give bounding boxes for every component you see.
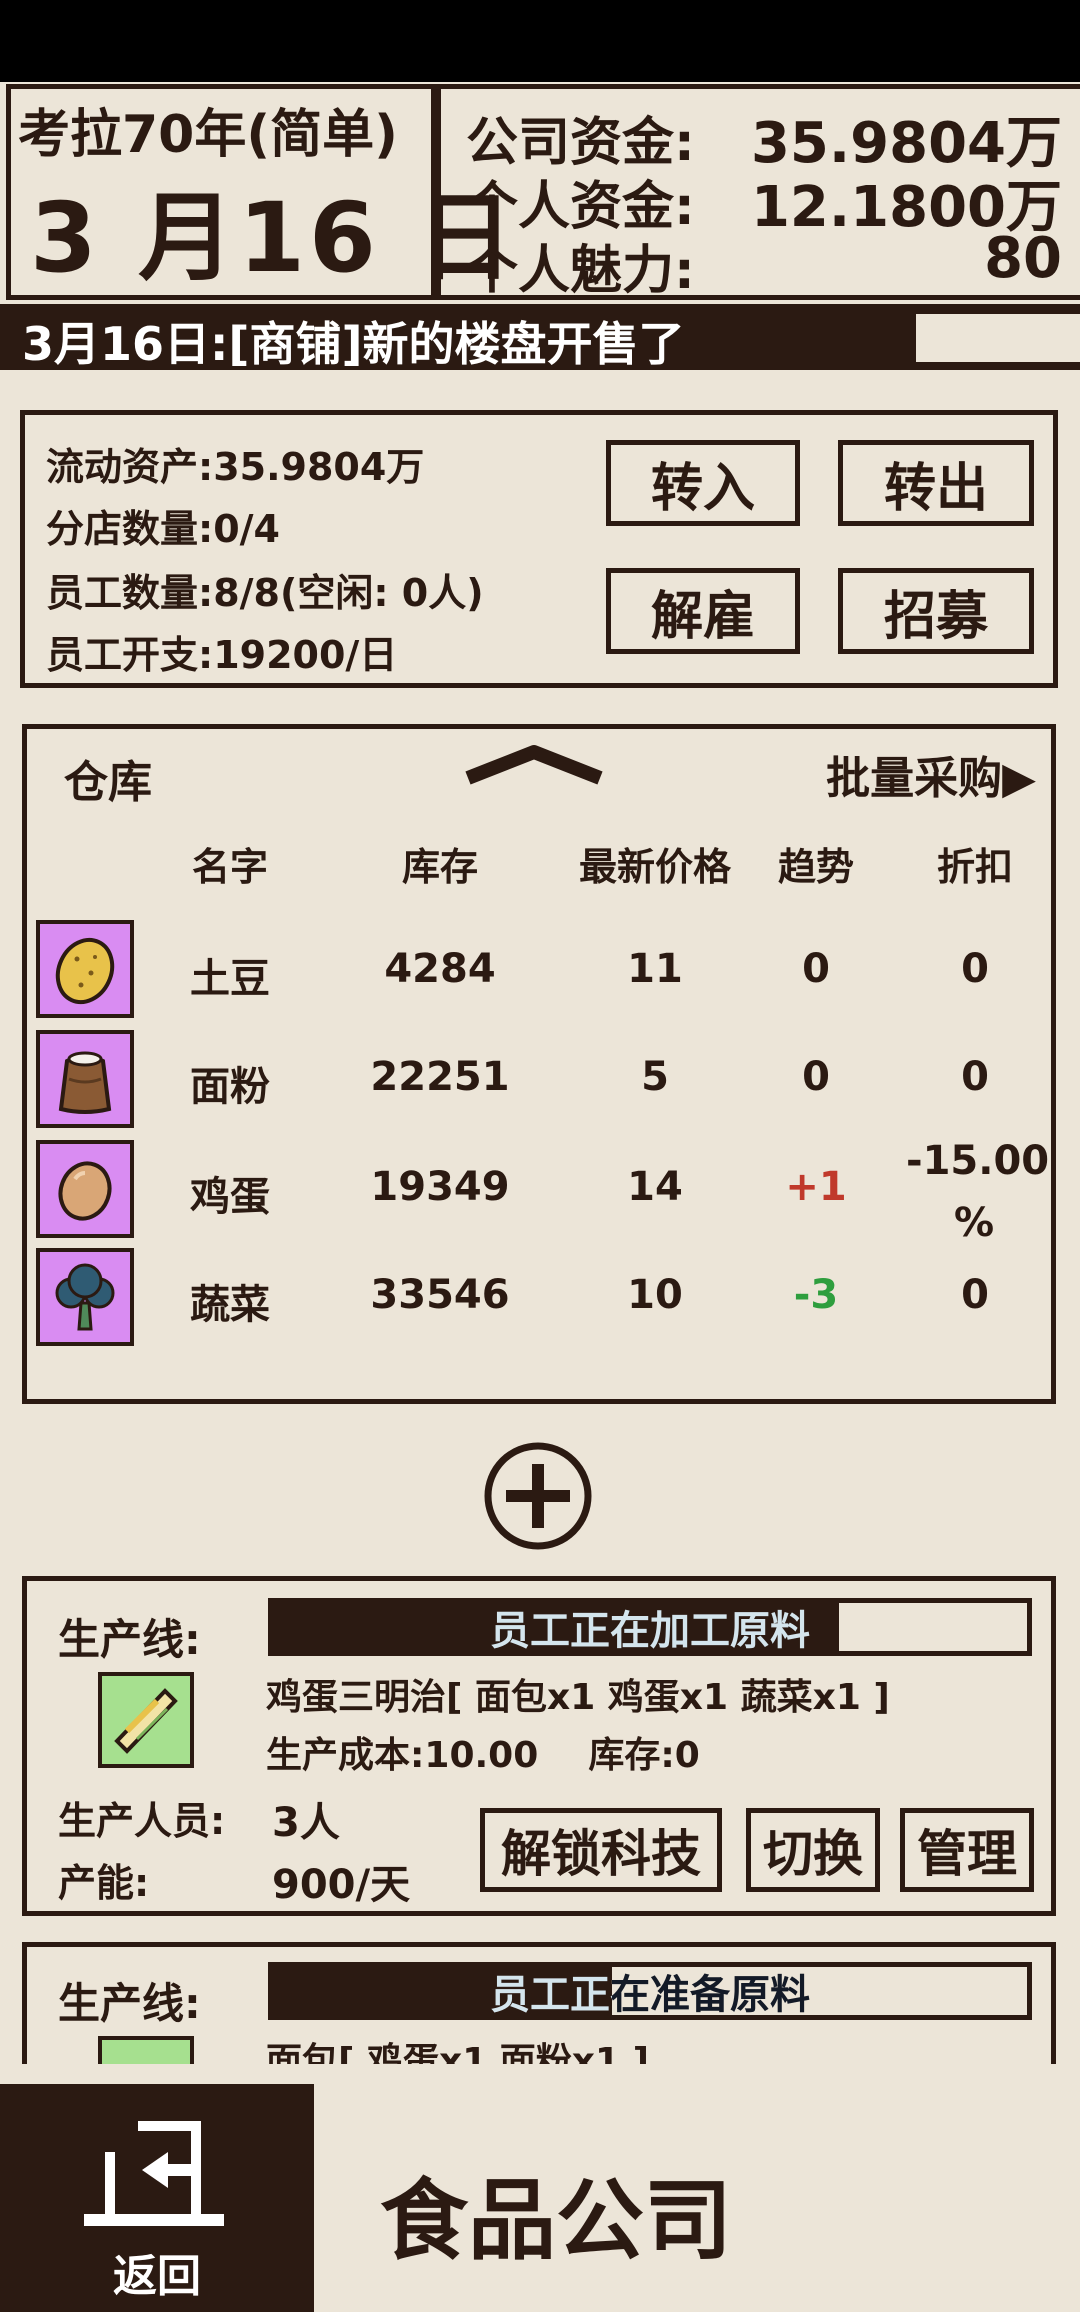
employee-count: 员工数量:8/8(空闲: 0人) — [46, 571, 484, 615]
item-stock: 19349 — [370, 1164, 510, 1210]
charm-value: 80 — [984, 226, 1062, 291]
item-name: 土豆 — [190, 956, 270, 1002]
production-line-clip: 生产线: 员工正在准备原料 面包[ 鸡蛋x1 面粉x1 ] — [0, 1938, 1080, 2064]
col-header-trend: 趋势 — [777, 845, 854, 889]
news-text: 3月16日:[商铺]新的楼盘开售了 — [22, 317, 685, 371]
item-name: 鸡蛋 — [190, 1174, 270, 1220]
company-title: 食品公司 — [380, 2169, 733, 2272]
staff-count: 3人 — [272, 1800, 340, 1846]
exit-door-icon[interactable] — [84, 2118, 224, 2234]
item-trend: 0 — [802, 1054, 830, 1100]
batch-purchase-link[interactable]: 批量采购▶ — [826, 742, 1036, 806]
capacity-value: 900/天 — [272, 1862, 411, 1908]
news-indicator — [912, 310, 1080, 366]
capacity-label: 产能: — [58, 1861, 150, 1905]
item-stock: 4284 — [384, 946, 496, 992]
col-header-name: 名字 — [191, 845, 268, 889]
product-recipe: 鸡蛋三明治[ 面包x1 鸡蛋x1 蔬菜x1 ] — [266, 1677, 890, 1718]
branch-count: 分店数量:0/4 — [46, 507, 280, 551]
charm-label: 个人魅力: — [466, 241, 695, 301]
item-name: 蔬菜 — [190, 1282, 270, 1328]
product-recipe: 面包[ 鸡蛋x1 面粉x1 ] — [266, 2041, 650, 2064]
status-text: 员工正在准备原料 — [490, 1972, 810, 2018]
sandwich-icon — [98, 1672, 194, 1768]
item-trend-up: +1 — [785, 1164, 847, 1210]
transfer-in-button[interactable]: 转入 — [606, 440, 800, 526]
item-price: 10 — [627, 1272, 683, 1318]
item-price: 5 — [641, 1054, 669, 1100]
broccoli-icon — [36, 1248, 134, 1346]
item-discount: -15.00 % — [906, 1138, 1050, 1246]
add-production-line-button[interactable] — [482, 1440, 594, 1556]
staff-label: 生产人员: — [58, 1799, 226, 1843]
fire-button[interactable]: 解雇 — [606, 568, 800, 654]
collapse-chevron-icon[interactable] — [462, 742, 606, 792]
flour-sack-icon — [36, 1030, 134, 1128]
item-name: 面粉 — [190, 1064, 270, 1110]
potato-icon — [36, 920, 134, 1018]
production-cost: 生产成本:10.00 库存:0 — [266, 1735, 700, 1776]
production-line-label: 生产线: — [58, 1615, 201, 1664]
col-header-discount: 折扣 — [936, 845, 1013, 889]
back-label[interactable]: 返回 — [0, 2240, 314, 2304]
liquid-assets: 流动资产:35.9804万 — [46, 445, 425, 489]
col-header-price: 最新价格 — [578, 845, 731, 889]
item-price: 14 — [627, 1164, 683, 1210]
unlock-tech-button[interactable]: 解锁科技 — [480, 1808, 722, 1892]
item-discount: 0 — [961, 1272, 989, 1318]
item-trend: 0 — [802, 946, 830, 992]
production-status-bar: 员工正在准备原料 — [268, 1962, 1032, 2020]
item-trend-down: -3 — [793, 1272, 839, 1318]
recruit-button[interactable]: 招募 — [838, 568, 1034, 654]
item-discount: 0 — [961, 946, 989, 992]
status-bar-area — [0, 0, 1080, 82]
warehouse-title: 仓库 — [64, 757, 152, 808]
status-text: 员工正在加工原料 — [490, 1608, 810, 1654]
production-line-label: 生产线: — [58, 1979, 201, 2028]
switch-button[interactable]: 切换 — [746, 1808, 880, 1892]
item-price: 11 — [627, 946, 683, 992]
item-stock: 33546 — [370, 1272, 510, 1318]
col-header-stock: 库存 — [401, 845, 478, 889]
transfer-out-button[interactable]: 转出 — [838, 440, 1034, 526]
production-status-bar: 员工正在加工原料 — [268, 1598, 1032, 1656]
manage-button[interactable]: 管理 — [900, 1808, 1034, 1892]
bread-icon — [98, 2036, 194, 2064]
item-stock: 22251 — [370, 1054, 510, 1100]
egg-icon — [36, 1140, 134, 1238]
item-discount: 0 — [961, 1054, 989, 1100]
year-mode: 考拉70年(简单) — [18, 105, 398, 165]
employee-expense: 员工开支:19200/日 — [46, 633, 398, 677]
